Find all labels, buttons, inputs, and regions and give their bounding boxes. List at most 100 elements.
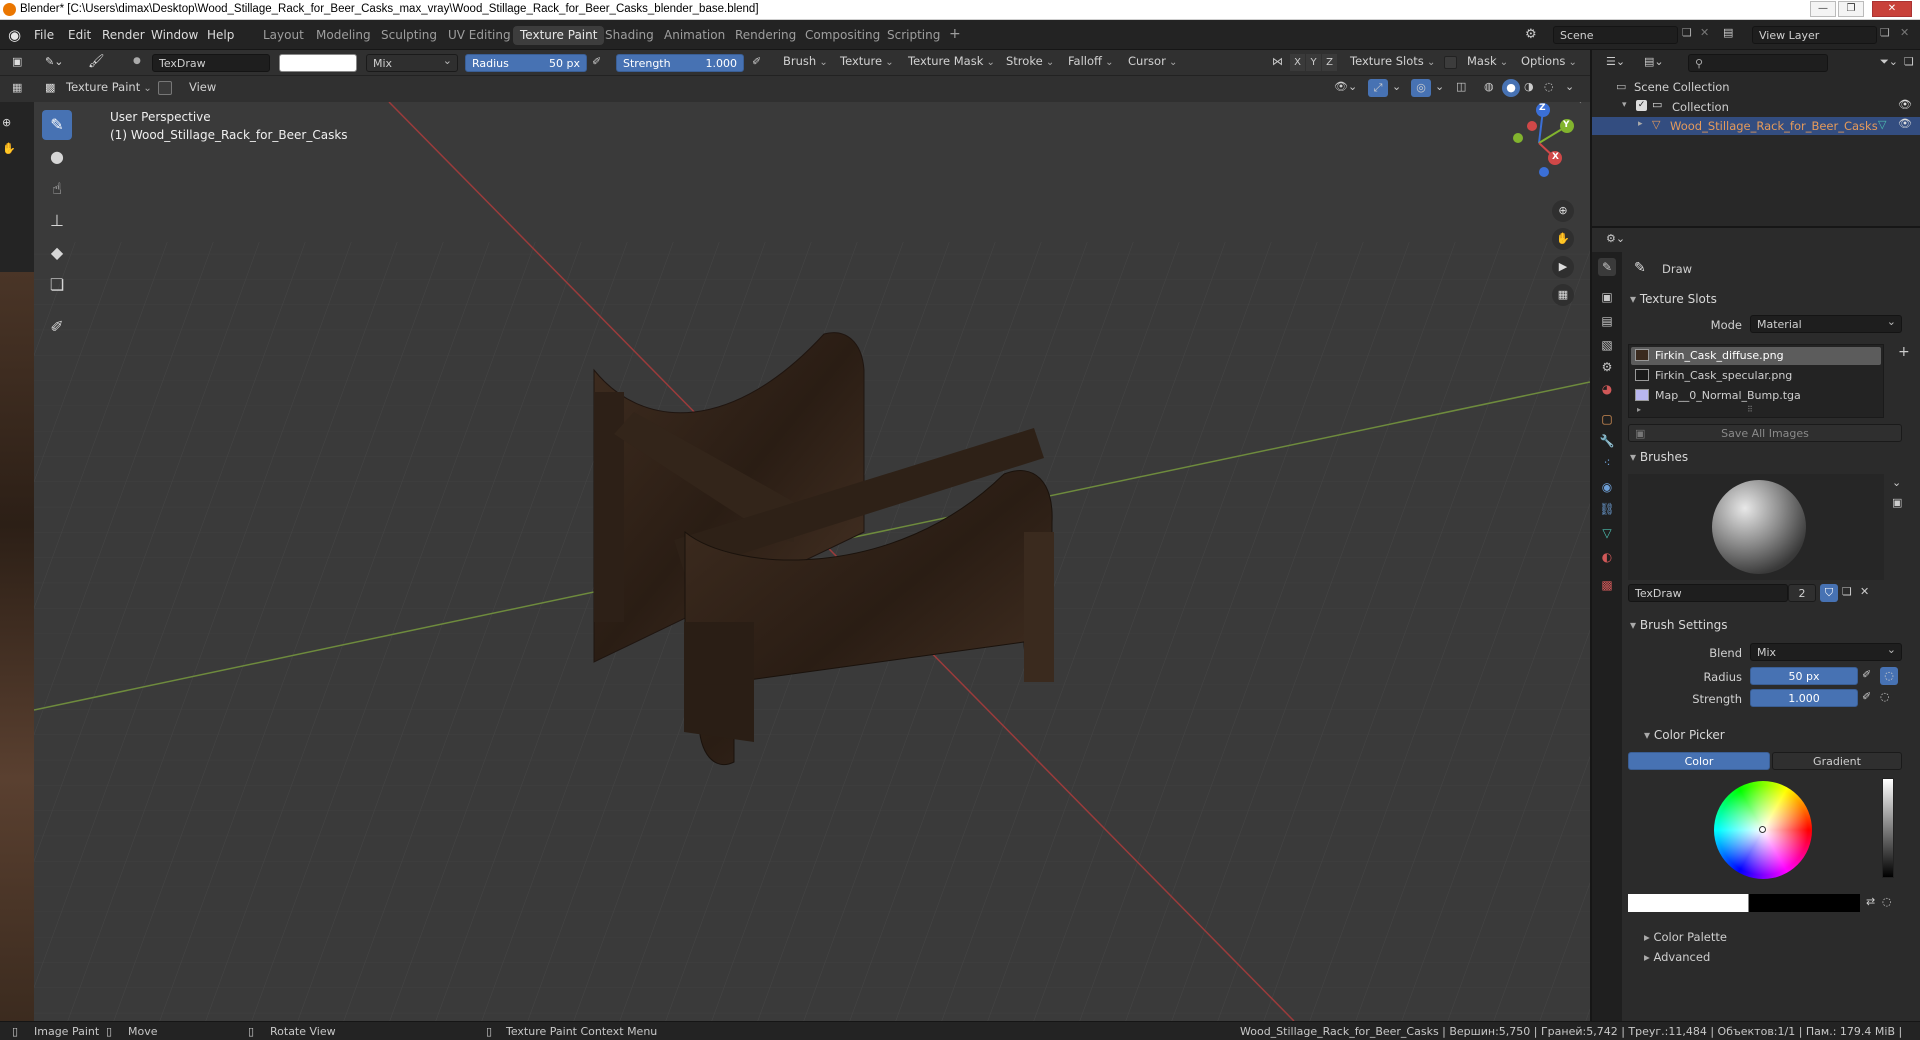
shading-wireframe-icon[interactable]: ◍ xyxy=(1484,80,1494,93)
falloff-menu[interactable]: Falloff xyxy=(1068,54,1114,68)
color-palette-section[interactable]: ▸ Color Palette xyxy=(1644,930,1727,944)
paint-mask-toggle[interactable] xyxy=(158,81,172,95)
brush-name-input[interactable]: TexDraw xyxy=(1628,584,1788,602)
add-texture-slot-button[interactable]: + xyxy=(1898,344,1910,360)
delete-view-layer-icon[interactable]: ✕ xyxy=(1900,26,1909,39)
overlays-dropdown-icon[interactable]: ⌄ xyxy=(1435,80,1444,93)
tab-rendering[interactable]: Rendering xyxy=(728,26,803,45)
add-workspace-button[interactable]: + xyxy=(942,24,968,43)
outliner-editor-icon[interactable]: ☰⌄ xyxy=(1606,55,1625,68)
scene-collection-label[interactable]: Scene Collection xyxy=(1634,80,1730,94)
mask-menu[interactable]: Mask xyxy=(1467,54,1508,68)
shading-dropdown-icon[interactable]: ⌄ xyxy=(1565,80,1574,93)
tab-compositing[interactable]: Compositing xyxy=(798,26,887,45)
view-layer-tab-icon[interactable]: ▧ xyxy=(1598,336,1616,354)
texture-slots-menu[interactable]: Texture Slots xyxy=(1350,54,1435,68)
world-tab-icon[interactable]: ◕ xyxy=(1598,380,1616,398)
texture-slot-row[interactable]: Firkin_Cask_specular.png xyxy=(1631,367,1881,385)
shading-material-icon[interactable]: ◑ xyxy=(1524,80,1534,93)
scene-icon[interactable]: ⚙ xyxy=(1525,27,1537,42)
outliner-search-field[interactable]: ⚲ xyxy=(1688,54,1828,72)
sidebar-toggle-icon[interactable]: ‹ xyxy=(1578,102,1582,107)
tab-modeling[interactable]: Modeling xyxy=(309,26,378,45)
mask-tool-icon[interactable]: ❏ xyxy=(42,270,72,300)
xray-icon[interactable]: ◫ xyxy=(1456,80,1466,93)
scene-selector[interactable]: Scene xyxy=(1553,26,1678,44)
texture-tab-icon[interactable]: ▩ xyxy=(1598,576,1616,594)
shading-rendered-icon[interactable]: ◌ xyxy=(1544,80,1554,93)
radius-pressure-icon[interactable]: ✐ xyxy=(592,55,601,68)
mode-dropdown-field[interactable]: Material xyxy=(1750,313,1902,333)
view-layer-selector[interactable]: View Layer xyxy=(1752,26,1877,44)
mask-checkbox[interactable] xyxy=(1444,56,1457,69)
material-tab-icon[interactable]: ◐ xyxy=(1598,548,1616,566)
strength-pressure-icon[interactable]: ✐ xyxy=(752,55,761,68)
brush-menu[interactable]: Brush xyxy=(783,54,828,68)
menu-render[interactable]: Render xyxy=(102,28,145,42)
brush-image-icon[interactable]: ▣ xyxy=(1892,496,1902,509)
output-tab-icon[interactable]: ▤ xyxy=(1598,312,1616,330)
filter-icon[interactable]: ⏷⌄ xyxy=(1880,55,1898,69)
menu-window[interactable]: Window xyxy=(151,28,198,42)
duplicate-brush-icon[interactable]: ❏ xyxy=(1842,585,1852,598)
object-visibility-icon[interactable]: 👁 xyxy=(1898,117,1912,130)
brush-preview-area[interactable] xyxy=(1628,474,1884,580)
new-view-layer-icon[interactable]: ❏ xyxy=(1880,26,1890,39)
blend-dropdown[interactable]: Mix xyxy=(1750,641,1902,661)
display-mode-icon[interactable]: ▤⌄ xyxy=(1644,55,1664,68)
modifiers-tab-icon[interactable]: 🔧 xyxy=(1598,432,1616,450)
collection-visibility-icon[interactable]: 👁 xyxy=(1898,98,1912,111)
radius-settings-slider[interactable]: 50 px xyxy=(1750,667,1858,685)
draw-tool-icon[interactable]: ✎ xyxy=(42,110,72,140)
visibility-icon[interactable]: 👁⌄ xyxy=(1334,80,1357,93)
view-layer-icon[interactable]: ▤ xyxy=(1723,26,1733,39)
zoom-view-icon[interactable]: ⊕ xyxy=(2,116,11,129)
camera-view-icon[interactable]: ▶ xyxy=(1552,256,1574,278)
strength-settings-slider[interactable]: 1.000 xyxy=(1750,689,1858,707)
new-collection-icon[interactable]: ❏ xyxy=(1904,55,1914,68)
list-resize-handle[interactable]: ⠿ xyxy=(1747,405,1753,414)
fill-tool-icon[interactable]: ◆ xyxy=(42,238,72,268)
collection-label[interactable]: Collection xyxy=(1672,100,1729,114)
properties-editor-icon[interactable]: ⚙⌄ xyxy=(1606,232,1625,245)
texture-slot-row[interactable]: Firkin_Cask_diffuse.png xyxy=(1631,347,1881,365)
list-expand-icon[interactable]: ▸ xyxy=(1637,405,1641,414)
menu-file[interactable]: File xyxy=(34,28,54,42)
value-slider[interactable] xyxy=(1882,778,1894,878)
collection-checkbox[interactable]: ✓ xyxy=(1636,100,1647,111)
brush-settings-section[interactable]: Brush Settings xyxy=(1630,618,1728,632)
brush-icon[interactable]: 🖌 xyxy=(88,54,105,69)
options-menu[interactable]: Options xyxy=(1521,54,1577,68)
brush-browser-icon[interactable]: ⌄ xyxy=(1892,476,1901,489)
texture-mask-menu[interactable]: Texture Mask xyxy=(908,54,995,68)
overlays-toggle-icon[interactable]: ◎ xyxy=(1411,79,1431,97)
data-tab-icon[interactable]: ▽ xyxy=(1598,524,1616,542)
cursor-menu[interactable]: Cursor xyxy=(1128,54,1177,68)
radius-unified-icon[interactable]: ◌ xyxy=(1880,667,1898,685)
tab-texture-paint[interactable]: Texture Paint xyxy=(513,26,605,45)
scene-tab-icon[interactable]: ⚙ xyxy=(1598,358,1616,376)
strength-slider[interactable]: Strength 1.000 xyxy=(616,54,744,72)
3d-viewport[interactable]: User Perspective (1) Wood_Stillage_Rack_… xyxy=(34,102,1590,1021)
tab-scripting[interactable]: Scripting xyxy=(880,26,947,45)
fake-user-icon[interactable]: ● xyxy=(133,56,141,66)
brush-users-count[interactable]: 2 xyxy=(1788,584,1816,602)
tab-shading[interactable]: Shading xyxy=(598,26,661,45)
tab-sculpting[interactable]: Sculpting xyxy=(374,26,444,45)
minimize-button[interactable]: — xyxy=(1810,1,1836,17)
fake-user-shield-icon[interactable]: ⛉ xyxy=(1820,584,1838,602)
texture-slot-row[interactable]: Map__0_Normal_Bump.tga xyxy=(1631,387,1881,405)
ortho-toggle-icon[interactable]: ▦ xyxy=(1552,284,1574,306)
object-tab-icon[interactable]: ▢ xyxy=(1598,410,1616,428)
zoom-icon[interactable]: ⊕ xyxy=(1552,200,1574,222)
swap-colors-icon[interactable]: ⇄ xyxy=(1866,895,1875,908)
texture-menu[interactable]: Texture xyxy=(840,54,894,68)
gizmo-toggle-icon[interactable]: ⤢ xyxy=(1368,79,1388,97)
radius-pen-pressure-icon[interactable]: ✐ xyxy=(1862,668,1871,681)
color-swatch-bar[interactable] xyxy=(1628,894,1860,912)
tab-uv-editing[interactable]: UV Editing xyxy=(441,26,518,45)
pan-icon[interactable]: ✋ xyxy=(1552,228,1574,250)
blender-menu-icon[interactable]: ◉ xyxy=(8,26,21,44)
mirror-y-toggle[interactable]: Y xyxy=(1306,54,1321,71)
new-scene-icon[interactable]: ❏ xyxy=(1682,26,1692,39)
